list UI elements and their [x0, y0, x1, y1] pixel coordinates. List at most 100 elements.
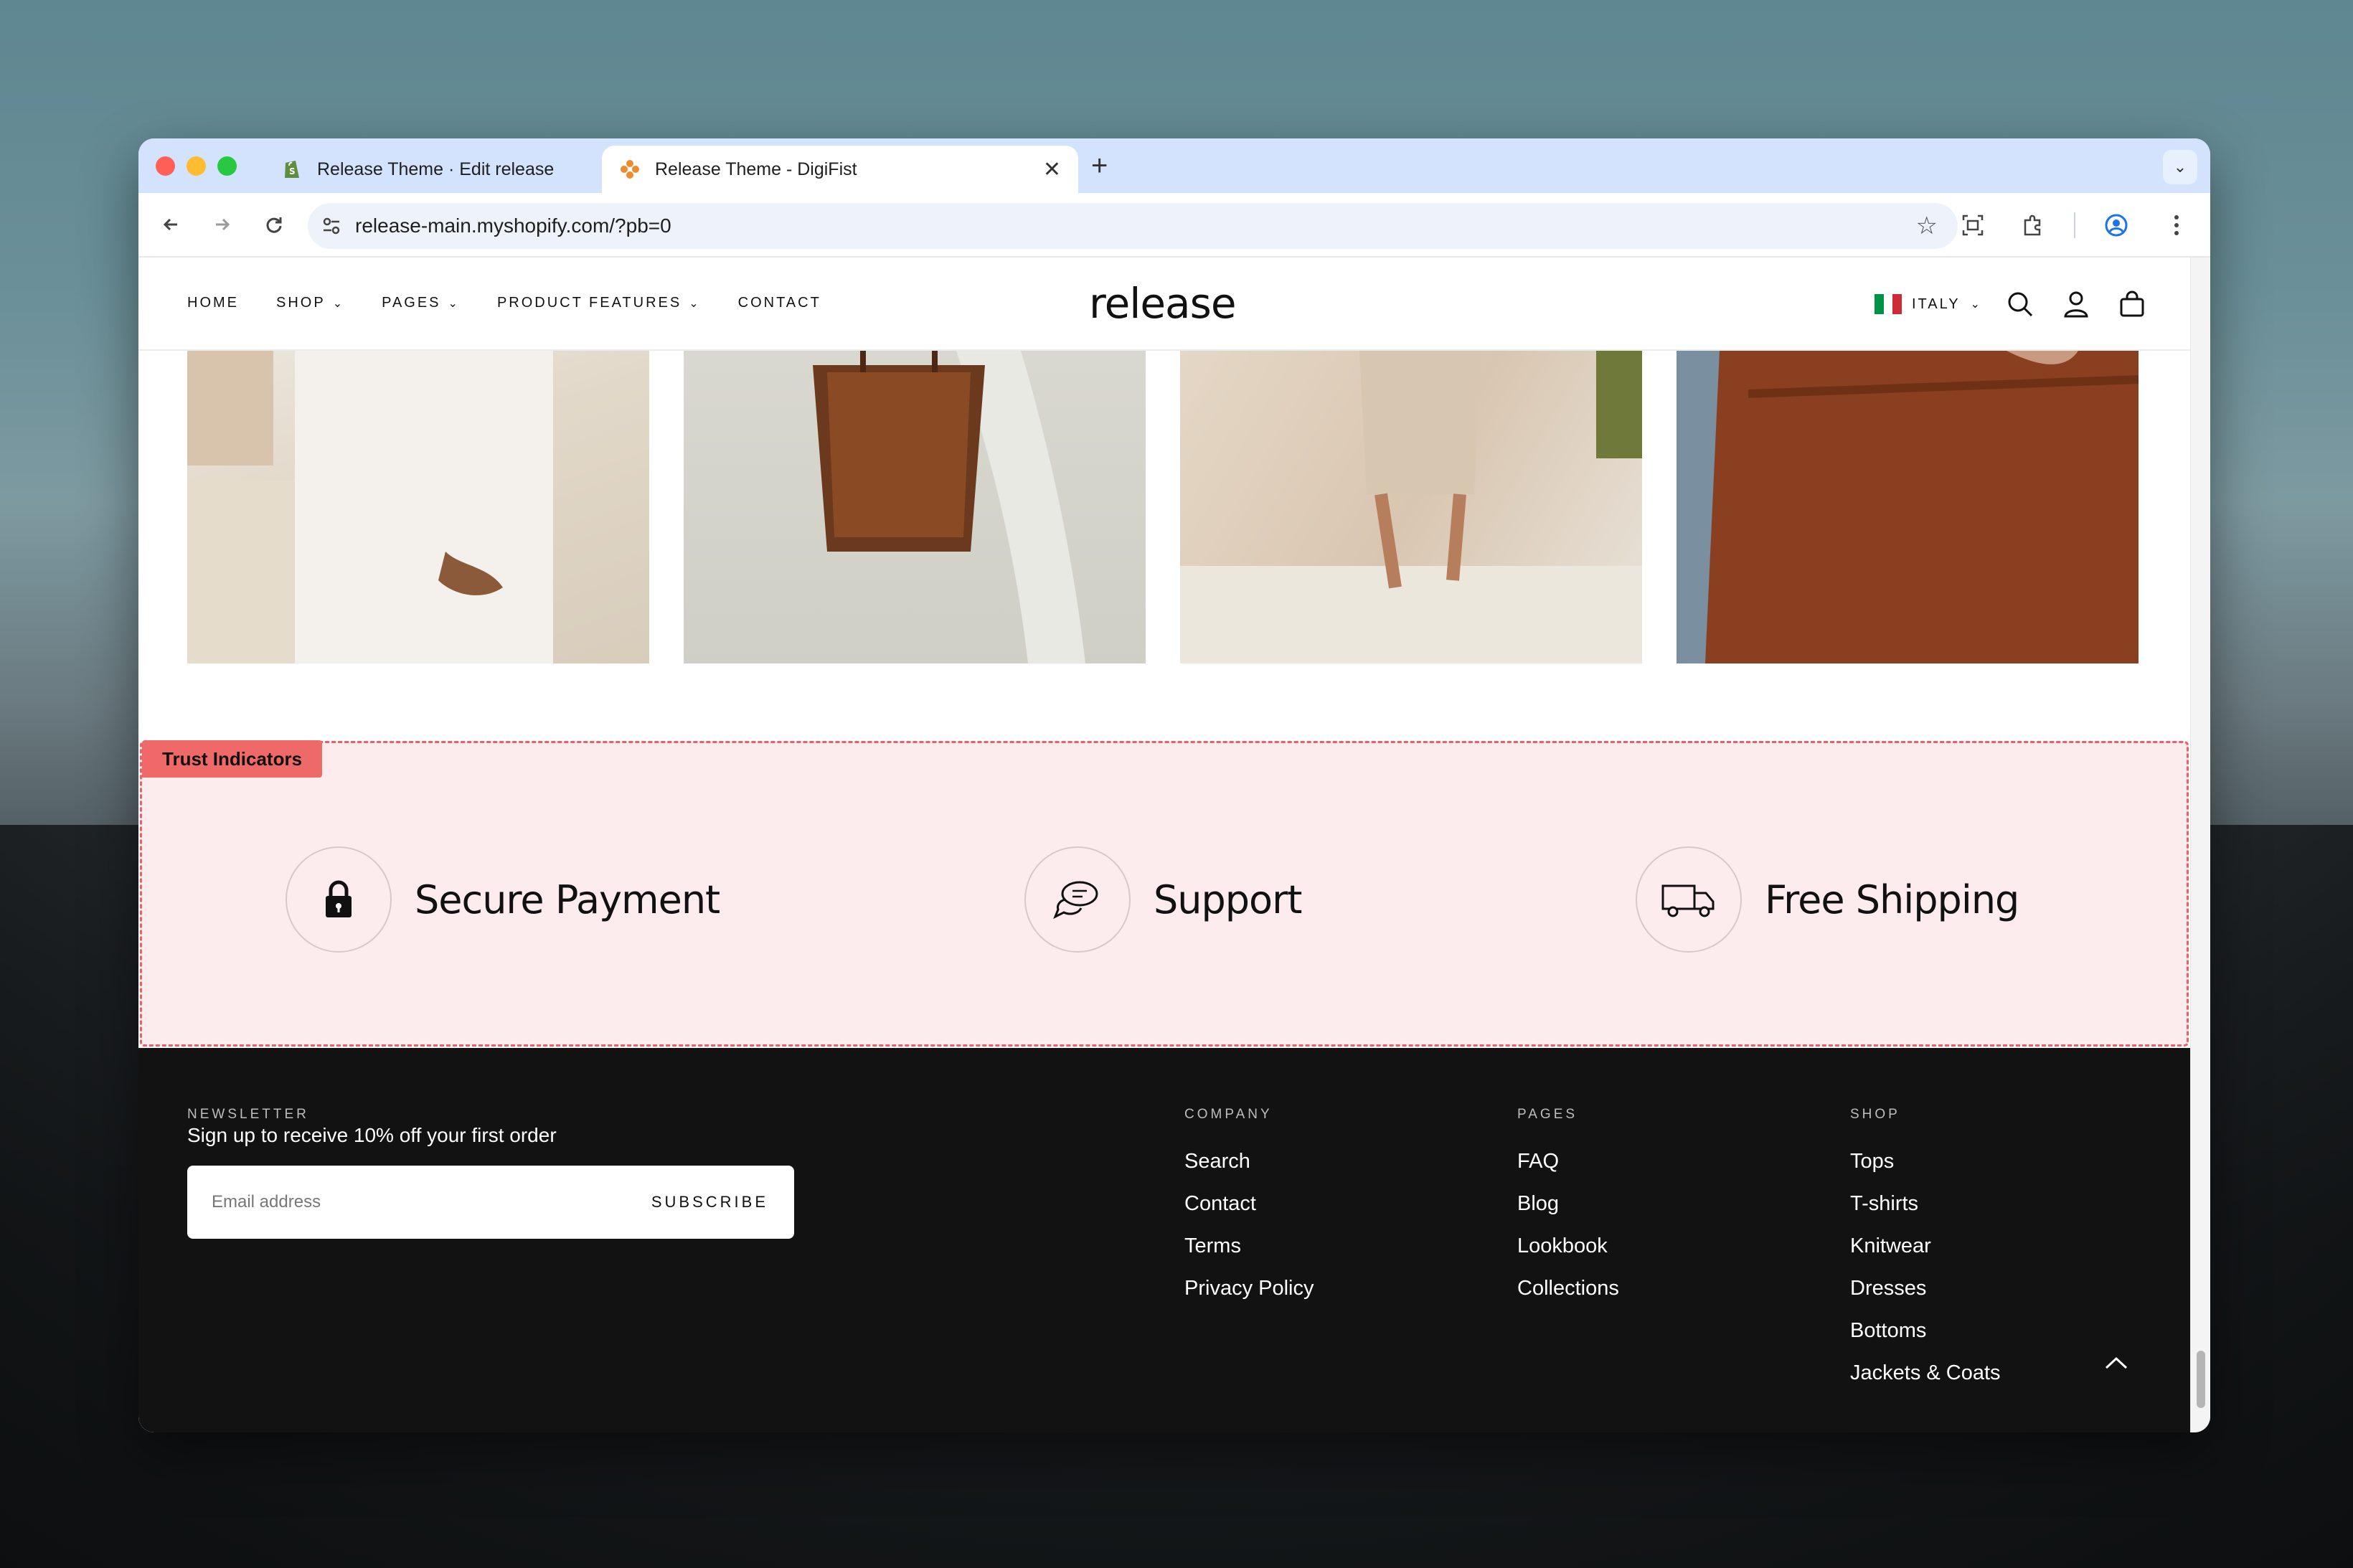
- main-nav: HOME SHOP ⌄ PAGES ⌄ PRODUCT FEATURES ⌄ CONT…: [187, 295, 821, 311]
- footer-link-terms[interactable]: Terms: [1184, 1234, 1314, 1258]
- back-to-top-button[interactable]: [2104, 1346, 2128, 1376]
- footer-link-contact[interactable]: Contact: [1184, 1192, 1314, 1216]
- tab-search-button[interactable]: ⌄: [2163, 150, 2197, 184]
- nav-label: CONTACT: [737, 295, 821, 311]
- lock-icon: [286, 846, 392, 953]
- trust-label: Free Shipping: [1765, 877, 2019, 922]
- product-image-leather-bag[interactable]: [684, 351, 1146, 663]
- site-settings-icon[interactable]: [321, 215, 342, 237]
- footer-link-faq[interactable]: FAQ: [1517, 1150, 1619, 1173]
- trust-item-secure-payment: Secure Payment: [286, 846, 720, 953]
- nav-label: HOME: [187, 295, 239, 311]
- product-image-knit-skirt[interactable]: [1180, 351, 1642, 663]
- minimize-window-button[interactable]: [187, 156, 206, 176]
- footer-link-knitwear[interactable]: Knitwear: [1850, 1234, 2001, 1258]
- nav-label: PAGES: [382, 295, 441, 311]
- browser-toolbar: release-main.myshopify.com/?pb=0 ☆: [138, 193, 2210, 258]
- nav-pages[interactable]: PAGES ⌄: [382, 295, 460, 311]
- screenshot-icon[interactable]: [1953, 206, 1992, 245]
- account-icon[interactable]: [2058, 286, 2094, 322]
- url-text: release-main.myshopify.com/?pb=0: [355, 214, 671, 237]
- chevron-down-icon: ⌄: [689, 297, 701, 310]
- reload-icon: [266, 217, 282, 233]
- footer-column-shop: SHOP Tops T-shirts Knitwear Dresses Bott…: [1850, 1107, 2001, 1404]
- chevron-down-icon: ⌄: [2173, 158, 2187, 176]
- chat-bubbles-icon: [1024, 846, 1131, 953]
- footer-link-search[interactable]: Search: [1184, 1150, 1314, 1173]
- maximize-window-button[interactable]: [217, 156, 237, 176]
- chevron-down-icon: ⌄: [448, 297, 460, 310]
- footer-link-collections[interactable]: Collections: [1517, 1277, 1619, 1300]
- tab-release-digifist[interactable]: Release Theme - DigiFist ✕: [602, 146, 1078, 193]
- country-label: ITALY: [1911, 296, 1961, 312]
- window-controls: [156, 156, 237, 176]
- trust-indicators-section: Trust Indicators Secure Payment Support …: [140, 740, 2189, 1047]
- column-heading: SHOP: [1850, 1107, 1900, 1122]
- search-icon[interactable]: [2002, 286, 2038, 322]
- profile-icon[interactable]: [2097, 206, 2136, 245]
- nav-label: SHOP: [276, 295, 326, 311]
- product-image-white-outfit[interactable]: [187, 351, 649, 663]
- site-header: HOME SHOP ⌄ PAGES ⌄ PRODUCT FEATURES ⌄ CONT…: [138, 258, 2190, 351]
- subscribe-button[interactable]: SUBSCRIBE: [651, 1193, 768, 1212]
- arrow-right-icon: [216, 218, 230, 231]
- site-footer: NEWSLETTER Sign up to receive 10% off yo…: [138, 1048, 2190, 1432]
- svg-text:S: S: [289, 166, 296, 176]
- column-heading: COMPANY: [1184, 1107, 1273, 1122]
- truck-icon: [1636, 846, 1742, 953]
- close-icon[interactable]: ✕: [1043, 157, 1061, 182]
- address-bar[interactable]: release-main.myshopify.com/?pb=0 ☆: [308, 203, 1958, 249]
- nav-shop[interactable]: SHOP ⌄: [276, 295, 344, 311]
- back-button[interactable]: [154, 208, 187, 241]
- newsletter-form: SUBSCRIBE: [187, 1166, 794, 1239]
- shopify-icon: S: [281, 159, 303, 180]
- more-menu-icon[interactable]: [2157, 206, 2196, 245]
- trust-label: Secure Payment: [415, 877, 720, 922]
- footer-link-dresses[interactable]: Dresses: [1850, 1277, 2001, 1300]
- site-logo[interactable]: release: [1089, 279, 1236, 328]
- new-tab-button[interactable]: +: [1091, 150, 1108, 182]
- footer-link-blog[interactable]: Blog: [1517, 1192, 1619, 1216]
- footer-link-tops[interactable]: Tops: [1850, 1150, 2001, 1173]
- lookbook-gallery: [187, 351, 2139, 663]
- digifist-icon: [619, 159, 641, 180]
- forward-button[interactable]: [206, 208, 239, 241]
- cart-icon[interactable]: [2114, 286, 2150, 322]
- trust-item-support: Support: [1024, 846, 1302, 953]
- page-scrollbar[interactable]: [2190, 258, 2210, 1432]
- footer-link-lookbook[interactable]: Lookbook: [1517, 1234, 1619, 1258]
- newsletter-heading: NEWSLETTER: [187, 1107, 309, 1122]
- toolbar-divider: [2074, 212, 2075, 238]
- extensions-icon[interactable]: [2014, 206, 2052, 245]
- footer-link-bottoms[interactable]: Bottoms: [1850, 1319, 2001, 1343]
- reload-button[interactable]: [258, 208, 291, 241]
- webpage: HOME SHOP ⌄ PAGES ⌄ PRODUCT FEATURES ⌄ CONT…: [138, 258, 2190, 1432]
- chevron-up-icon: [2105, 1356, 2128, 1369]
- chevron-down-icon: ⌄: [1970, 298, 1982, 311]
- tab-title: Release Theme - DigiFist: [655, 159, 857, 179]
- email-field[interactable]: [212, 1192, 651, 1212]
- country-selector[interactable]: ITALY ⌄: [1874, 294, 1982, 314]
- nav-label: PRODUCT FEATURES: [496, 295, 682, 311]
- newsletter-text: Sign up to receive 10% off your first or…: [187, 1124, 557, 1146]
- chevron-down-icon: ⌄: [332, 297, 345, 310]
- bookmark-star-icon[interactable]: ☆: [1916, 212, 1938, 240]
- section-tag[interactable]: Trust Indicators: [142, 740, 323, 778]
- footer-link-t-shirts[interactable]: T-shirts: [1850, 1192, 2001, 1216]
- footer-column-pages: PAGES FAQ Blog Lookbook Collections: [1517, 1107, 1619, 1319]
- nav-product-features[interactable]: PRODUCT FEATURES ⌄: [497, 295, 701, 311]
- nav-home[interactable]: HOME: [187, 295, 239, 311]
- nav-contact[interactable]: CONTACT: [738, 295, 821, 311]
- trust-label: Support: [1154, 877, 1302, 922]
- footer-link-jackets-coats[interactable]: Jackets & Coats: [1850, 1361, 2001, 1385]
- header-actions: ITALY ⌄: [1874, 286, 2150, 322]
- product-image-rust-sweater[interactable]: [1677, 351, 2139, 663]
- trust-item-free-shipping: Free Shipping: [1636, 846, 2019, 953]
- scrollbar-thumb[interactable]: [2197, 1351, 2205, 1408]
- toolbar-actions: [1953, 206, 2196, 245]
- footer-link-privacy-policy[interactable]: Privacy Policy: [1184, 1277, 1314, 1300]
- italy-flag-icon: [1874, 294, 1902, 314]
- footer-column-company: COMPANY Search Contact Terms Privacy Pol…: [1184, 1107, 1314, 1319]
- browser-window: S Release Theme · Edit release ✕ Release…: [138, 138, 2210, 1432]
- close-window-button[interactable]: [156, 156, 175, 176]
